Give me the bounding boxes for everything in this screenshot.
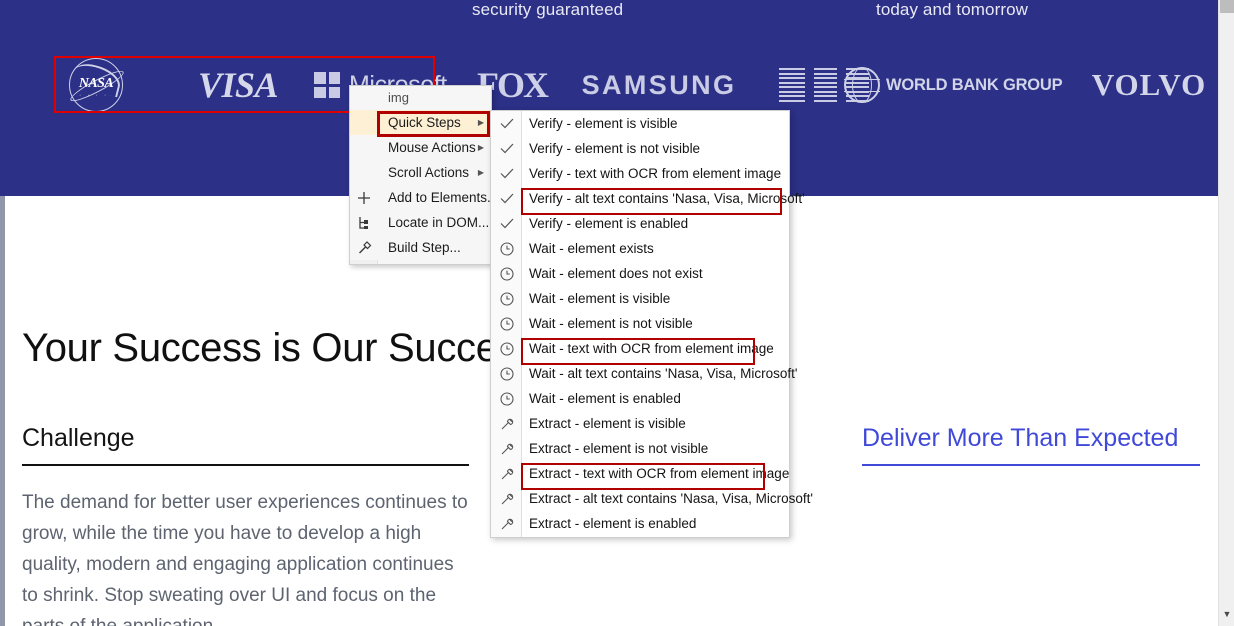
- submenu-item-verify-element-is-not-visible[interactable]: Verify - element is not visible: [491, 136, 789, 161]
- submenu-item-wait-element-exists[interactable]: Wait - element exists: [491, 236, 789, 261]
- clock-icon: [491, 361, 522, 386]
- submenu-item-wait-alt-text-contains[interactable]: Wait - alt text contains 'Nasa, Visa, Mi…: [491, 361, 798, 386]
- visa-logo-label: VISA: [197, 65, 279, 105]
- plus-icon: [350, 185, 378, 210]
- check-icon: [491, 136, 522, 161]
- menu-item-label: Build Step...: [388, 240, 461, 255]
- world-bank-group-logo: WORLD BANK GROUP: [844, 56, 1084, 114]
- submenu-item-label: Verify - element is enabled: [529, 216, 689, 231]
- submenu-item-verify-element-is-enabled[interactable]: Verify - element is enabled: [491, 211, 789, 236]
- eyedropper-icon: [491, 461, 522, 486]
- submenu-item-verify-text-with-ocr[interactable]: Verify - text with OCR from element imag…: [491, 161, 789, 186]
- banner-tagline-left: security guaranteed: [472, 0, 624, 19]
- deliver-heading: Deliver More Than Expected: [862, 424, 1200, 466]
- submenu-item-label: Wait - element is visible: [529, 291, 671, 306]
- chevron-right-icon: ▶: [477, 118, 484, 127]
- customer-logo-strip: NASA · · · · VISA Microsoft FOX SAMSUNG: [54, 56, 1205, 114]
- submenu-item-extract-alt-text-contains[interactable]: Extract - alt text contains 'Nasa, Visa,…: [491, 486, 813, 511]
- visa-logo: VISA: [168, 56, 308, 114]
- submenu-item-extract-element-is-enabled[interactable]: Extract - element is enabled: [491, 511, 789, 536]
- submenu-item-label: Extract - element is not visible: [529, 441, 709, 456]
- submenu-item-verify-element-is-visible[interactable]: Verify - element is visible: [491, 111, 789, 136]
- menu-item-build-step[interactable]: Build Step...: [350, 235, 491, 260]
- chevron-right-icon: ▶: [477, 168, 484, 177]
- menu-item-quick-steps[interactable]: Quick Steps ▶: [350, 110, 491, 135]
- clock-icon: [491, 336, 522, 361]
- eyedropper-icon: [491, 411, 522, 436]
- hammer-icon: [350, 235, 378, 260]
- submenu-item-label: Wait - element is enabled: [529, 391, 681, 406]
- submenu-item-label: Extract - element is enabled: [529, 516, 697, 531]
- scrollbar-thumb[interactable]: [1220, 0, 1234, 13]
- submenu-item-wait-element-is-not-visible[interactable]: Wait - element is not visible: [491, 311, 789, 336]
- banner-tagline-right: today and tomorrow: [876, 0, 1029, 19]
- context-menu-header: img: [350, 86, 491, 110]
- eyedropper-icon: [491, 486, 522, 511]
- submenu-item-label: Extract - element is visible: [529, 416, 686, 431]
- submenu-item-extract-element-is-visible[interactable]: Extract - element is visible: [491, 411, 789, 436]
- clock-icon: [491, 261, 522, 286]
- submenu-item-label: Wait - element exists: [529, 241, 654, 256]
- menu-item-label: Mouse Actions: [388, 140, 476, 155]
- nasa-logo: NASA · · · ·: [60, 56, 132, 114]
- volvo-logo: VOLVO: [1074, 56, 1218, 114]
- check-icon: [491, 186, 522, 211]
- volvo-logo-label: VOLVO: [1091, 67, 1207, 102]
- submenu-item-verify-alt-text-contains[interactable]: Verify - alt text contains 'Nasa, Visa, …: [491, 186, 805, 211]
- submenu-item-label: Extract - alt text contains 'Nasa, Visa,…: [529, 491, 814, 506]
- deliver-column: Deliver More Than Expected: [862, 424, 1200, 466]
- eyedropper-icon: [491, 511, 522, 536]
- page-scrollbar[interactable]: ▼: [1218, 0, 1234, 626]
- dom-tree-icon: [350, 210, 378, 235]
- clock-icon: [491, 386, 522, 411]
- menu-item-add-to-elements[interactable]: Add to Elements...: [350, 185, 498, 210]
- menu-item-label: Add to Elements...: [388, 190, 499, 205]
- submenu-item-wait-element-is-visible[interactable]: Wait - element is visible: [491, 286, 789, 311]
- chevron-right-icon: ▶: [477, 143, 484, 152]
- submenu-item-label: Wait - element is not visible: [529, 316, 693, 331]
- menu-item-label: Locate in DOM...: [388, 215, 490, 230]
- menu-item-label: Scroll Actions: [388, 165, 470, 180]
- check-icon: [491, 111, 522, 136]
- clock-icon: [491, 236, 522, 261]
- submenu-item-extract-text-with-ocr[interactable]: Extract - text with OCR from element ima…: [491, 461, 789, 486]
- clock-icon: [491, 286, 522, 311]
- nasa-logo-label: NASA: [78, 76, 114, 91]
- microsoft-squares-icon: [314, 72, 340, 98]
- menu-item-locate-in-dom[interactable]: Locate in DOM...: [350, 210, 491, 235]
- challenge-column: Challenge The demand for better user exp…: [22, 424, 469, 626]
- web-page: security guaranteed today and tomorrow N…: [0, 0, 1218, 626]
- samsung-logo: SAMSUNG: [554, 56, 764, 114]
- submenu-item-wait-text-with-ocr[interactable]: Wait - text with OCR from element image: [491, 336, 789, 361]
- challenge-heading: Challenge: [22, 424, 469, 466]
- submenu-item-extract-element-is-not-visible[interactable]: Extract - element is not visible: [491, 436, 789, 461]
- submenu-item-label: Wait - alt text contains 'Nasa, Visa, Mi…: [529, 366, 798, 381]
- scroll-down-arrow-icon[interactable]: ▼: [1219, 606, 1234, 622]
- world-bank-logo-label: WORLD BANK GROUP: [886, 75, 1063, 94]
- check-icon: [491, 161, 522, 186]
- quick-steps-submenu[interactable]: Verify - element is visible Verify - ele…: [490, 110, 813, 538]
- submenu-item-label: Verify - text with OCR from element imag…: [529, 166, 782, 181]
- menu-item-scroll-actions[interactable]: Scroll Actions ▶: [350, 160, 491, 185]
- challenge-body-text: The demand for better user experiences c…: [22, 492, 468, 626]
- check-icon: [491, 211, 522, 236]
- samsung-logo-label: SAMSUNG: [581, 69, 737, 100]
- nasa-insignia-icon: NASA · · · ·: [67, 58, 127, 112]
- page-headline: Your Success is Our Succe: [22, 326, 498, 370]
- submenu-item-label: Wait - text with OCR from element image: [529, 341, 774, 356]
- eyedropper-icon: [491, 436, 522, 461]
- globe-icon: [844, 67, 880, 103]
- submenu-item-label: Wait - element does not exist: [529, 266, 703, 281]
- page-left-border: [0, 196, 5, 626]
- context-menu[interactable]: img Quick Steps ▶ Mouse Actions ▶ Scroll…: [349, 85, 498, 265]
- submenu-item-wait-element-is-enabled[interactable]: Wait - element is enabled: [491, 386, 789, 411]
- submenu-item-label: Verify - element is not visible: [529, 141, 701, 156]
- menu-item-label: Quick Steps: [388, 115, 461, 130]
- submenu-item-wait-element-does-not-exist[interactable]: Wait - element does not exist: [491, 261, 789, 286]
- submenu-item-label: Verify - alt text contains 'Nasa, Visa, …: [529, 191, 805, 206]
- menu-item-mouse-actions[interactable]: Mouse Actions ▶: [350, 135, 491, 160]
- submenu-item-label: Extract - text with OCR from element ima…: [529, 466, 790, 481]
- clock-icon: [491, 311, 522, 336]
- submenu-item-label: Verify - element is visible: [529, 116, 678, 131]
